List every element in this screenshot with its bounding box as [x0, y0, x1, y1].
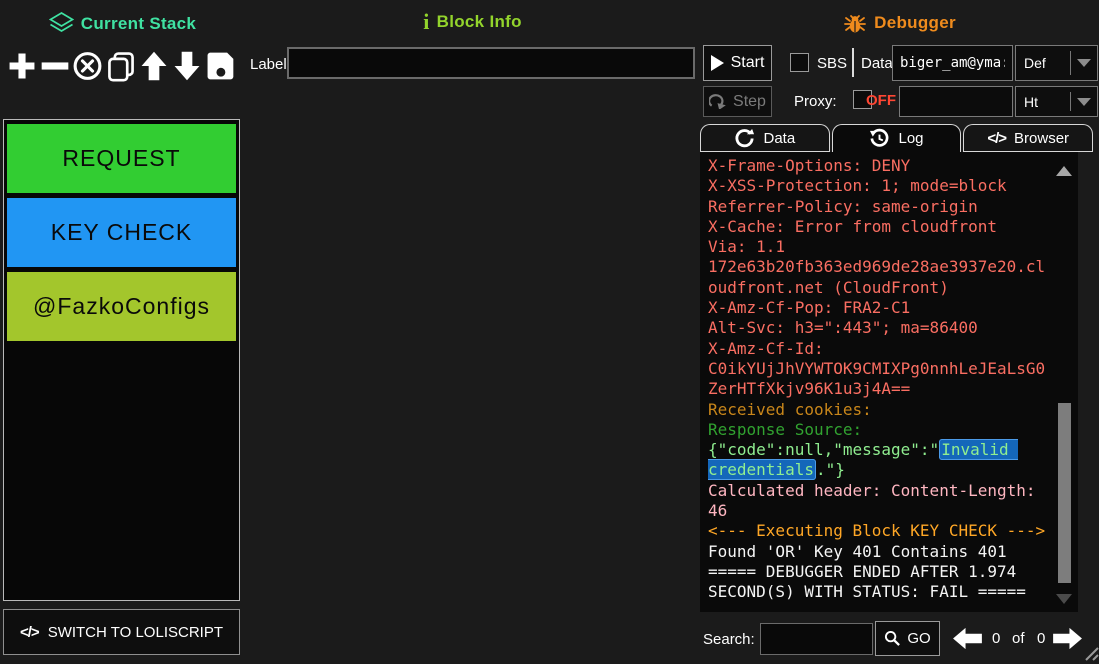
- log-line: X-Amz-Cf-Pop: FRA2-C1: [708, 298, 1052, 318]
- label-caption: Label:: [250, 56, 291, 73]
- resize-grip[interactable]: [1082, 644, 1099, 664]
- info-icon: i: [423, 13, 429, 31]
- stack-block-request[interactable]: REQUEST: [7, 124, 236, 193]
- proxy-type-dropdown[interactable]: Ht: [1015, 86, 1098, 117]
- code-icon: </>: [987, 130, 1006, 147]
- log-line: X-XSS-Protection: 1; mode=block: [708, 176, 1052, 196]
- debugger-title: Debugger: [700, 12, 1099, 34]
- step-arrow-icon: [709, 94, 726, 109]
- start-button[interactable]: Start: [703, 45, 772, 81]
- proxy-caption: Proxy:: [794, 93, 837, 110]
- debugger-tabs: Data Log </> Browser: [700, 124, 1093, 152]
- log-line: Response Source:: [708, 420, 1052, 440]
- tab-log-label: Log: [898, 130, 923, 147]
- code-icon: </>: [20, 624, 39, 641]
- move-down-icon[interactable]: [170, 45, 203, 87]
- scrollbar-thumb[interactable]: [1058, 403, 1071, 583]
- stack-layers-icon: [49, 12, 74, 35]
- search-caption: Search:: [703, 631, 755, 648]
- scrollbar-up-arrow[interactable]: [1056, 166, 1072, 176]
- tab-data-label: Data: [763, 130, 795, 147]
- move-up-icon[interactable]: [137, 45, 170, 87]
- log-line: Calculated header: Content-Length: 46: [708, 481, 1052, 522]
- search-input[interactable]: [760, 623, 873, 655]
- remove-block-icon[interactable]: [38, 45, 71, 87]
- play-icon: [711, 55, 724, 71]
- match-separator: of: [1012, 630, 1025, 647]
- save-icon[interactable]: [203, 45, 236, 87]
- next-match-arrow-icon[interactable]: [1053, 626, 1084, 651]
- go-button-label: GO: [907, 630, 930, 647]
- scrollbar-down-arrow[interactable]: [1056, 594, 1072, 604]
- tab-browser[interactable]: </> Browser: [963, 124, 1093, 152]
- log-line: X-Frame-Options: DENY: [708, 156, 1052, 176]
- stack-block-key-check[interactable]: KEY CHECK: [7, 198, 236, 267]
- current-stack-title-text: Current Stack: [81, 14, 196, 34]
- step-button-label: Step: [733, 93, 766, 111]
- tab-log[interactable]: Log: [832, 124, 962, 152]
- log-line: Received cookies:: [708, 400, 1052, 420]
- log-line: ===== DEBUGGER ENDED AFTER 1.974 SECOND(…: [708, 562, 1052, 603]
- block-label-input[interactable]: [287, 47, 695, 79]
- data-input[interactable]: [892, 45, 1013, 81]
- switch-to-loliscript-button[interactable]: </> SWITCH TO LOLISCRIPT: [3, 609, 240, 655]
- previous-match-arrow-icon[interactable]: [951, 626, 982, 651]
- history-icon: [869, 128, 890, 149]
- tab-data[interactable]: Data: [700, 124, 830, 152]
- start-button-label: Start: [731, 54, 765, 72]
- wordlist-type-dropdown[interactable]: Def: [1015, 45, 1098, 81]
- stack-list: REQUEST KEY CHECK @FazkoConfigs: [7, 124, 236, 341]
- separator: [852, 48, 854, 77]
- delete-icon[interactable]: [71, 45, 104, 87]
- debugger-log[interactable]: X-Frame-Options: DENYX-XSS-Protection: 1…: [700, 152, 1078, 612]
- search-go-button[interactable]: GO: [875, 621, 940, 656]
- refresh-icon: [734, 128, 755, 149]
- switch-button-label: SWITCH TO LOLISCRIPT: [48, 624, 223, 641]
- match-position: 0: [992, 630, 1000, 647]
- log-line: Found 'OR' Key 401 Contains 401: [708, 542, 1052, 562]
- block-info-title-text: Block Info: [437, 12, 522, 32]
- step-button[interactable]: Step: [703, 86, 772, 117]
- log-line: Referrer-Policy: same-origin: [708, 197, 1052, 217]
- add-block-icon[interactable]: [5, 45, 38, 87]
- chevron-down-icon: [1077, 98, 1091, 106]
- log-line: Alt-Svc: h3=":443"; ma=86400: [708, 318, 1052, 338]
- stack-block-fazkoconfigs[interactable]: @FazkoConfigs: [7, 272, 236, 341]
- tab-browser-label: Browser: [1014, 130, 1069, 147]
- openbullet-stacker-window: Current Stack i Block Info Debugger: [0, 0, 1099, 664]
- clone-icon[interactable]: [104, 45, 137, 87]
- stack-panel: REQUEST KEY CHECK @FazkoConfigs: [3, 119, 240, 601]
- log-line: {"code":null,"message":"Invalid credenti…: [708, 440, 1052, 481]
- proxy-status: OFF: [866, 92, 896, 109]
- bug-icon: [843, 12, 867, 34]
- block-info-title: i Block Info: [245, 12, 700, 32]
- wordlist-type-value: Def: [1016, 55, 1070, 71]
- log-line: X-Amz-Cf-Id: C0ikYUjJhVYWTOK9CMIXPg0nnhL…: [708, 339, 1052, 400]
- log-line: Via: 1.1 172e63b20fb363ed969de28ae3937e2…: [708, 237, 1052, 298]
- sbs-checkbox[interactable]: [790, 53, 809, 72]
- proxy-type-value: Ht: [1016, 94, 1070, 110]
- current-stack-title: Current Stack: [0, 12, 245, 35]
- debugger-title-text: Debugger: [874, 13, 956, 33]
- log-line: <--- Executing Block KEY CHECK --->: [708, 521, 1052, 541]
- sbs-label: SBS: [817, 55, 847, 72]
- search-icon: [884, 630, 901, 647]
- stack-toolbar: [5, 45, 236, 87]
- log-line: X-Cache: Error from cloudfront: [708, 217, 1052, 237]
- match-total: 0: [1037, 630, 1045, 647]
- chevron-down-icon: [1077, 59, 1091, 67]
- proxy-input[interactable]: [899, 86, 1013, 117]
- dropdown-divider: [1070, 51, 1071, 75]
- dropdown-divider: [1070, 92, 1071, 111]
